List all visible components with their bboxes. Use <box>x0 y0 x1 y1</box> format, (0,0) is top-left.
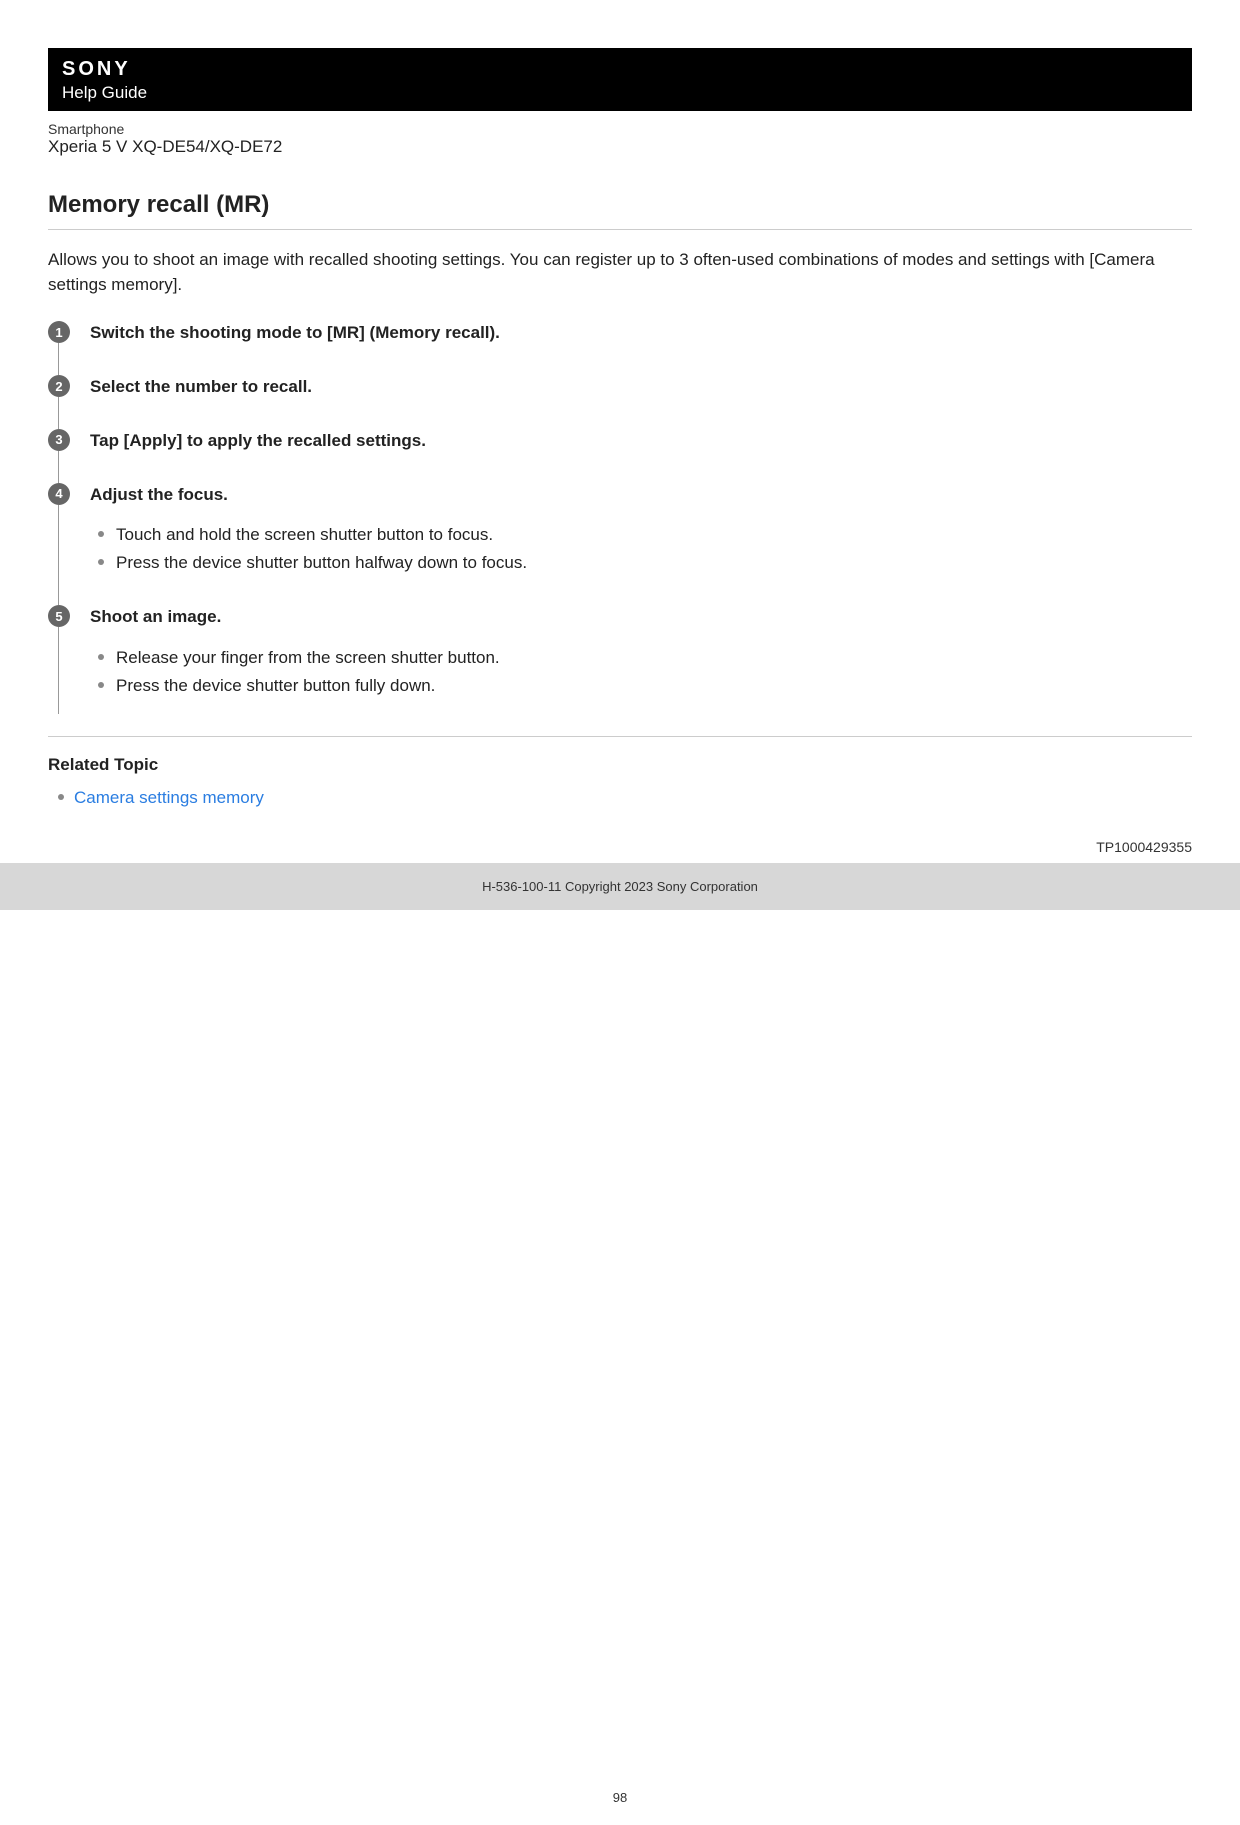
header-title: Help Guide <box>62 83 1178 103</box>
divider <box>48 736 1192 737</box>
step-connector <box>58 627 59 714</box>
header-bar: SONY Help Guide <box>48 48 1192 111</box>
step-number-badge: 1 <box>48 321 70 343</box>
related-topic-item: Camera settings memory <box>74 785 1192 811</box>
step-sub-list: Release your finger from the screen shut… <box>90 645 1192 698</box>
page-title: Memory recall (MR) <box>48 191 1192 219</box>
product-model: Xperia 5 V XQ-DE54/XQ-DE72 <box>48 137 1192 157</box>
product-category: Smartphone <box>48 121 1192 137</box>
step-title: Select the number to recall. <box>90 375 1192 399</box>
page-number: 98 <box>48 1790 1192 1825</box>
step-sub-item: Press the device shutter button halfway … <box>114 550 1192 576</box>
step-title: Tap [Apply] to apply the recalled settin… <box>90 429 1192 453</box>
step-item: 1 Switch the shooting mode to [MR] (Memo… <box>48 321 1192 345</box>
step-connector <box>58 397 59 429</box>
step-title: Shoot an image. <box>90 605 1192 629</box>
step-title: Adjust the focus. <box>90 483 1192 507</box>
divider <box>48 229 1192 230</box>
step-number-badge: 4 <box>48 483 70 505</box>
step-connector <box>58 451 59 483</box>
intro-text: Allows you to shoot an image with recall… <box>48 248 1192 297</box>
step-item: 5 Shoot an image. Release your finger fr… <box>48 605 1192 698</box>
step-connector <box>58 343 59 375</box>
related-topic-link[interactable]: Camera settings memory <box>74 788 264 807</box>
brand-logo: SONY <box>62 58 1178 81</box>
step-item: 4 Adjust the focus. Touch and hold the s… <box>48 483 1192 576</box>
copyright-bar: H-536-100-11 Copyright 2023 Sony Corpora… <box>0 863 1240 910</box>
step-number-badge: 3 <box>48 429 70 451</box>
step-number-badge: 5 <box>48 605 70 627</box>
product-meta: Smartphone Xperia 5 V XQ-DE54/XQ-DE72 <box>48 111 1192 173</box>
steps-list: 1 Switch the shooting mode to [MR] (Memo… <box>48 321 1192 698</box>
step-sub-item: Release your finger from the screen shut… <box>114 645 1192 671</box>
step-item: 3 Tap [Apply] to apply the recalled sett… <box>48 429 1192 453</box>
step-sub-item: Touch and hold the screen shutter button… <box>114 522 1192 548</box>
related-topic-list: Camera settings memory <box>48 785 1192 811</box>
step-title: Switch the shooting mode to [MR] (Memory… <box>90 321 1192 345</box>
step-number-badge: 2 <box>48 375 70 397</box>
document-id: TP1000429355 <box>48 839 1192 855</box>
step-item: 2 Select the number to recall. <box>48 375 1192 399</box>
related-topic-heading: Related Topic <box>48 755 1192 775</box>
step-sub-item: Press the device shutter button fully do… <box>114 673 1192 699</box>
step-sub-list: Touch and hold the screen shutter button… <box>90 522 1192 575</box>
step-connector <box>58 505 59 606</box>
